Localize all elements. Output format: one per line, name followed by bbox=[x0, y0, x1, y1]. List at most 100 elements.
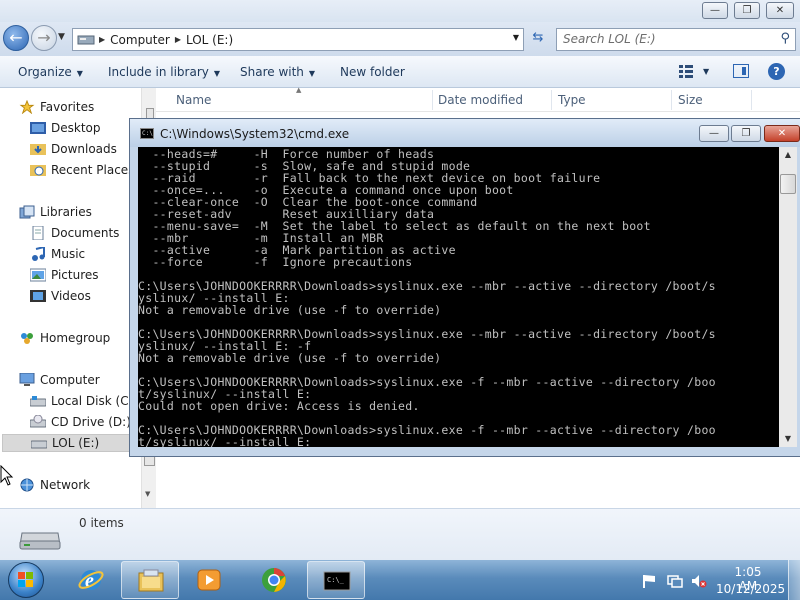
breadcrumb-computer[interactable]: Computer bbox=[110, 33, 170, 47]
taskbar-explorer-button[interactable] bbox=[121, 561, 179, 599]
nav-homegroup-label: Homegroup bbox=[40, 331, 111, 345]
close-button[interactable]: ✕ bbox=[766, 2, 794, 19]
recent-places-icon bbox=[30, 165, 46, 176]
nav-pictures-label: Pictures bbox=[51, 268, 99, 282]
cmd-title: C:\Windows\System32\cmd.exe bbox=[160, 127, 350, 141]
nav-desktop[interactable]: Desktop bbox=[30, 119, 101, 137]
back-arrow-icon: ← bbox=[9, 28, 23, 47]
column-type[interactable]: Type bbox=[558, 93, 586, 107]
preview-pane-icon[interactable] bbox=[733, 64, 749, 78]
column-date-modified[interactable]: Date modified bbox=[438, 93, 523, 107]
column-divider[interactable] bbox=[751, 90, 752, 110]
new-folder-label: New folder bbox=[340, 65, 405, 79]
items-count: 0 items bbox=[79, 516, 124, 530]
nav-network[interactable]: Network bbox=[19, 476, 90, 494]
nav-documents-label: Documents bbox=[51, 226, 120, 240]
chrome-icon bbox=[262, 568, 286, 592]
nav-videos-label: Videos bbox=[51, 289, 91, 303]
nav-local-disk[interactable]: Local Disk (C:) bbox=[30, 392, 137, 410]
views-icon[interactable] bbox=[678, 64, 694, 78]
scroll-down-arrow-icon[interactable]: ▼ bbox=[779, 431, 797, 447]
breadcrumb-separator[interactable]: ▶ bbox=[175, 35, 181, 44]
cmd-titlebar[interactable]: C:\ C:\Windows\System32\cmd.exe — ❐ ✕ bbox=[130, 119, 800, 147]
scroll-down-arrow-icon[interactable]: ▼ bbox=[145, 490, 150, 498]
column-size[interactable]: Size bbox=[678, 93, 703, 107]
nav-music[interactable]: Music bbox=[30, 245, 85, 263]
nav-downloads[interactable]: Downloads bbox=[30, 140, 117, 158]
address-dropdown[interactable]: ▼ bbox=[513, 33, 519, 42]
cmd-close-button[interactable]: ✕ bbox=[764, 125, 800, 142]
action-center-flag-icon[interactable] bbox=[641, 574, 657, 588]
sort-arrow-icon: ▲ bbox=[296, 86, 302, 94]
nav-cd-drive[interactable]: CD Drive (D:) v bbox=[30, 413, 142, 431]
back-button[interactable]: ← bbox=[3, 25, 29, 51]
scroll-up-arrow-icon[interactable]: ▲ bbox=[779, 147, 797, 163]
nav-videos[interactable]: Videos bbox=[30, 287, 91, 305]
column-divider[interactable] bbox=[551, 90, 552, 110]
clock-date[interactable]: 10/12/2025 bbox=[716, 582, 785, 596]
taskbar-media-player-button[interactable] bbox=[180, 561, 238, 599]
refresh-button[interactable]: ⇆ bbox=[528, 30, 548, 48]
star-icon bbox=[19, 100, 35, 114]
volume-muted-icon[interactable] bbox=[691, 574, 707, 588]
cmd-minimize-button[interactable]: — bbox=[699, 125, 729, 142]
nav-lol-drive-label: LOL (E:) bbox=[52, 436, 100, 450]
organize-button[interactable]: Organize ▼ bbox=[18, 65, 83, 79]
nav-documents[interactable]: Documents bbox=[30, 224, 119, 242]
address-bar[interactable]: ▶ Computer ▶ LOL (E:) ▼ bbox=[72, 28, 524, 51]
nav-lol-drive-selected[interactable]: LOL (E:) bbox=[2, 434, 139, 452]
column-divider[interactable] bbox=[432, 90, 433, 110]
forward-button[interactable]: → bbox=[31, 25, 57, 51]
search-input[interactable]: Search LOL (E:) ⚲ bbox=[556, 28, 796, 51]
cmd-icon[interactable]: C:\ bbox=[140, 128, 154, 139]
maximize-button[interactable]: ❐ bbox=[734, 2, 760, 19]
explorer-icon bbox=[138, 569, 164, 592]
command-bar: Organize ▼ Include in library ▼ Share with… bbox=[0, 56, 800, 88]
start-button[interactable] bbox=[4, 560, 46, 600]
console-line: t/syslinux/ --install E: bbox=[138, 435, 312, 447]
cmd-console-output[interactable]: --heads=# -H Force number of heads --stu… bbox=[138, 147, 779, 447]
column-divider[interactable] bbox=[671, 90, 672, 110]
show-desktop-button[interactable] bbox=[788, 560, 800, 600]
nav-downloads-label: Downloads bbox=[51, 142, 117, 156]
nav-music-label: Music bbox=[51, 247, 86, 261]
include-in-library-label: Include in library bbox=[108, 65, 209, 79]
share-with-button[interactable]: Share with ▼ bbox=[240, 65, 315, 79]
pictures-icon bbox=[30, 268, 46, 282]
include-in-library-button[interactable]: Include in library ▼ bbox=[108, 65, 220, 79]
nav-computer[interactable]: Computer bbox=[19, 371, 100, 389]
nav-favorites[interactable]: Favorites bbox=[19, 98, 94, 116]
forward-arrow-icon: → bbox=[37, 28, 51, 47]
ie-icon: e bbox=[78, 570, 104, 592]
computer-icon bbox=[19, 373, 35, 386]
taskbar-ie-button[interactable]: e bbox=[62, 561, 120, 599]
taskbar-cmd-button[interactable]: C:\_ bbox=[307, 561, 365, 599]
cmd-maximize-button[interactable]: ❐ bbox=[731, 125, 761, 142]
scrollbar-thumb[interactable] bbox=[780, 174, 796, 194]
recent-pages-dropdown[interactable]: ▼ bbox=[58, 32, 65, 42]
breadcrumb-lol-drive[interactable]: LOL (E:) bbox=[186, 33, 233, 47]
nav-recent-places[interactable]: Recent Places bbox=[30, 161, 134, 179]
help-icon[interactable]: ? bbox=[768, 63, 785, 80]
minimize-button[interactable]: — bbox=[702, 2, 728, 19]
explorer-titlebar[interactable]: — ❐ ✕ bbox=[0, 0, 800, 22]
taskbar-chrome-button[interactable] bbox=[245, 561, 303, 599]
nav-libraries[interactable]: Libraries bbox=[19, 203, 92, 221]
breadcrumb-separator[interactable]: ▶ bbox=[99, 35, 105, 44]
views-dropdown[interactable]: ▼ bbox=[703, 67, 709, 76]
nav-pictures[interactable]: Pictures bbox=[30, 266, 99, 284]
nav-homegroup[interactable]: Homegroup bbox=[19, 329, 110, 347]
new-folder-button[interactable]: New folder bbox=[340, 65, 405, 79]
cmd-scrollbar[interactable]: ▲ ▼ bbox=[779, 147, 797, 447]
organize-label: Organize bbox=[18, 65, 72, 79]
column-name[interactable]: Name bbox=[176, 93, 211, 107]
search-placeholder: Search LOL (E:) bbox=[563, 32, 656, 46]
media-player-icon bbox=[197, 569, 221, 591]
search-icon[interactable]: ⚲ bbox=[780, 31, 790, 46]
homegroup-icon bbox=[21, 333, 33, 344]
nav-local-disk-label: Local Disk (C:) bbox=[51, 394, 138, 408]
network-tray-icon[interactable] bbox=[667, 574, 683, 588]
taskbar: e C:\_ bbox=[0, 560, 800, 600]
cmd-icon: C:\_ bbox=[323, 571, 351, 591]
videos-icon bbox=[30, 290, 46, 302]
